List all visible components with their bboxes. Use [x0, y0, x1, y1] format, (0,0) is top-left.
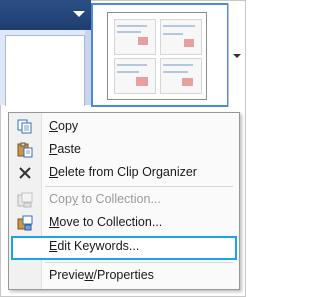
paste-icon — [17, 142, 33, 158]
task-pane-dropdown-icon[interactable] — [73, 11, 85, 17]
menu-item-label: Copy — [49, 119, 79, 133]
move-to-collection-icon — [17, 215, 33, 231]
menu-item-label: Preview/Properties — [49, 268, 154, 282]
menu-item-label: Paste — [49, 142, 81, 156]
menu-item-label: Edit Keywords... — [49, 239, 140, 253]
task-pane-header — [0, 0, 91, 30]
menu-item-copy-to-collection[interactable]: Copy to Collection... — [11, 189, 237, 211]
context-menu: Copy Paste Delete from Clip Organizer Co… — [8, 112, 240, 290]
menu-item-paste[interactable]: Paste — [11, 139, 237, 161]
menu-item-delete[interactable]: Delete from Clip Organizer — [11, 162, 237, 184]
copy-icon — [17, 119, 33, 135]
menu-item-copy[interactable]: Copy — [11, 116, 237, 138]
menu-item-label: Move to Collection... — [49, 215, 163, 229]
chevron-down-icon — [233, 54, 241, 58]
menu-separator — [45, 186, 233, 187]
clip-thumbnail-image — [107, 12, 207, 100]
menu-item-label: Copy to Collection... — [49, 192, 161, 206]
thumbnail-dropdown-button[interactable] — [228, 3, 243, 107]
clip-thumbnail-selected[interactable] — [91, 3, 229, 107]
task-pane-body — [5, 35, 85, 106]
task-pane — [0, 0, 91, 106]
copy-to-collection-icon — [17, 192, 33, 208]
delete-x-icon — [17, 165, 33, 181]
menu-item-label: Delete from Clip Organizer — [49, 165, 197, 179]
menu-item-move-to-collection[interactable]: Move to Collection... — [11, 212, 237, 234]
menu-separator — [45, 262, 233, 263]
menu-item-preview-properties[interactable]: Preview/Properties — [11, 265, 237, 287]
menu-item-edit-keywords[interactable]: Edit Keywords... — [11, 236, 237, 260]
